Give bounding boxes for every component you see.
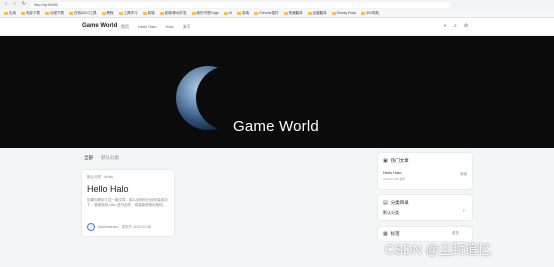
hot-post-views: 阅读	[460, 172, 467, 176]
folder-icon	[331, 11, 336, 15]
bookmark-label: AI	[228, 11, 233, 15]
tab-all[interactable]: 全部	[84, 155, 93, 161]
hero-title: Game World	[233, 118, 319, 135]
bookmark-item[interactable]: 快速翻译	[283, 10, 303, 16]
folder-icon	[254, 11, 259, 15]
bookmark-label: 应用	[9, 10, 16, 15]
post-footer: Administrator 发布于 2023-01-08	[87, 223, 151, 231]
post-author: Administrator	[98, 225, 119, 229]
widget-header: ▦ 标签	[383, 231, 400, 237]
bookmark-label: 我的书签Edge	[196, 10, 219, 15]
browser-url-bar: ‹ › ↻ http://ip:8090/	[0, 0, 554, 9]
bookmark-label: 快速翻译	[288, 10, 303, 15]
nav-item-halo[interactable]: Halo	[165, 24, 173, 30]
bookmark-label: 百度翻译	[312, 10, 327, 15]
post-date: 发布于 2023-01-08	[121, 224, 152, 229]
avatar	[87, 223, 95, 231]
post-card[interactable]: 默认分类 · #Halo Hello Halo 如果你看到了这一篇文章，那么证明…	[82, 170, 174, 236]
nav-item-about[interactable]: 关于	[183, 24, 191, 30]
bookmark-label: 电影下载	[26, 10, 40, 15]
folder-icon	[307, 11, 312, 15]
widget-header: ▤ 分类目录	[383, 200, 409, 206]
folder-icon	[101, 11, 106, 15]
folder-icon	[223, 11, 228, 15]
category-tabs: 全部 默认分类	[84, 155, 119, 161]
bookmarks-bar: 应用 电影下载 动漫下载 在线AI/DJ工具 教程 工具学习 前端 前端/移动开…	[0, 9, 554, 18]
nav-item-hello-halo[interactable]: Hello Halo	[138, 24, 156, 30]
folder-icon	[159, 11, 164, 15]
widget-categories: ▤ 分类目录 默认分类 ›	[378, 195, 472, 220]
tab-default-category[interactable]: 默认分类	[101, 155, 119, 161]
folder-icon	[142, 11, 147, 15]
bookmark-item[interactable]: 前端	[142, 10, 155, 16]
widget-hot-posts: ▣ 热门文章 Hello Halo 2023-01-08 发布 阅读	[378, 153, 472, 189]
bookmark-label: 前端	[242, 10, 250, 15]
bookmark-item[interactable]: 工具学习	[118, 10, 138, 16]
folder-icon	[237, 11, 242, 15]
folder-icon: ▤	[383, 200, 388, 206]
bookmark-item[interactable]: 百度翻译	[307, 10, 327, 16]
folder-icon	[361, 11, 366, 15]
forward-icon[interactable]: ›	[12, 0, 18, 9]
tag-icon: ▦	[383, 231, 388, 237]
bookmark-item[interactable]: 前端/移动开发	[159, 10, 187, 16]
bookmark-label: 动漫下载	[50, 10, 64, 15]
bookmark-label: 教程	[106, 10, 114, 15]
bookmark-item[interactable]: Glossy Rock	[331, 11, 357, 15]
bookmark-label: 前端	[147, 10, 155, 15]
reload-icon[interactable]: ↻	[21, 0, 27, 9]
address-input[interactable]: http://ip:8090/	[30, 1, 450, 8]
flame-icon: ▣	[383, 158, 388, 164]
folder-icon	[45, 11, 49, 15]
hot-post-date: 2023-01-08 发布	[383, 177, 406, 181]
folder-icon	[4, 11, 8, 15]
bookmark-label: 工具学习	[123, 10, 138, 15]
bookmark-label: 前端/移动开发	[164, 10, 187, 15]
hero-banner: Game World	[0, 36, 554, 148]
post-meta: 默认分类 · #Halo	[87, 175, 114, 179]
chevron-right-icon[interactable]: ›	[463, 208, 465, 214]
bookmark-label: 在线AI/DJ工具	[74, 10, 97, 15]
widget-title: 热门文章	[390, 158, 409, 163]
folder-icon	[69, 11, 73, 15]
folder-icon	[21, 11, 25, 15]
search-icon[interactable]: ⌕	[454, 23, 457, 30]
widget-title: 标签	[390, 231, 400, 236]
post-excerpt: 如果你看到了这一篇文章，那么证明你已经安装成功了，感谢使用 Halo 进行创作，…	[87, 198, 168, 207]
bookmark-label: 404导航	[366, 10, 379, 15]
folder-icon	[191, 11, 196, 15]
bookmark-item[interactable]: Chrome插件	[254, 10, 279, 16]
bookmark-item[interactable]: 在线AI/DJ工具	[69, 11, 97, 16]
theme-toggle-icon[interactable]: ◐	[444, 23, 447, 30]
main-nav: 首页 Hello Halo Halo 关于	[121, 24, 191, 30]
bookmark-item[interactable]: 404导航	[361, 11, 379, 16]
nav-item-home[interactable]: 首页	[121, 24, 129, 30]
site-header: Game World 首页 Hello Halo Halo 关于 ◐ ⌕ ⊘	[0, 18, 554, 36]
bookmark-item[interactable]: 电影下载	[21, 11, 40, 16]
bookmark-label: Glossy Rock	[336, 11, 357, 15]
header-actions: ◐ ⌕ ⊘	[444, 23, 468, 30]
category-link[interactable]: 默认分类	[383, 210, 399, 216]
folder-icon	[118, 11, 123, 15]
bookmark-item[interactable]: 动漫下载	[45, 11, 64, 16]
bookmark-item[interactable]: 前端	[237, 11, 249, 16]
logo-badge-icon[interactable]: ⊘	[464, 23, 468, 30]
back-icon[interactable]: ‹	[3, 0, 9, 9]
site-logo[interactable]: Game World	[82, 23, 117, 29]
bookmark-item[interactable]: AI	[223, 11, 233, 15]
post-title[interactable]: Hello Halo	[87, 184, 169, 194]
widget-title: 分类目录	[390, 200, 409, 205]
bookmark-item[interactable]: 应用	[4, 11, 16, 16]
bookmark-label: Chrome插件	[259, 10, 279, 15]
widget-header: ▣ 热门文章	[383, 158, 409, 164]
bookmark-item[interactable]: 我的书签Edge	[191, 10, 219, 16]
folder-icon	[283, 11, 288, 15]
watermark: CSDN @尘封追忆	[385, 242, 491, 257]
more-link[interactable]: 更多	[452, 231, 459, 236]
bookmark-item[interactable]: 教程	[101, 10, 114, 16]
hot-post-link[interactable]: Hello Halo	[383, 170, 401, 175]
